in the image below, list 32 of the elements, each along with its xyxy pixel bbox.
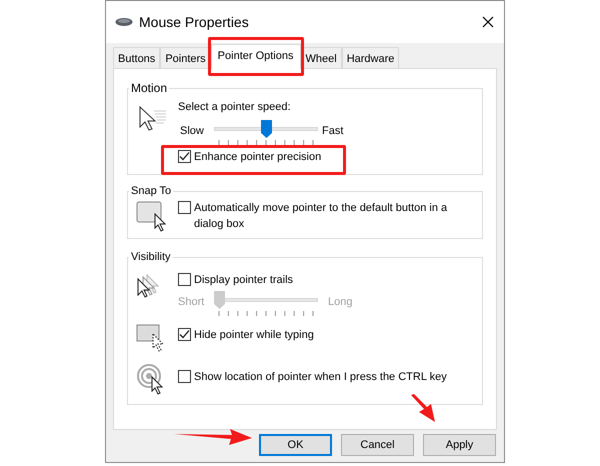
short-label: Short bbox=[178, 294, 206, 310]
speed-label: Select a pointer speed: bbox=[178, 100, 292, 115]
tab[interactable]: Buttons bbox=[113, 47, 160, 68]
dialog-button[interactable]: Cancel bbox=[341, 434, 414, 456]
arrow-icon bbox=[174, 428, 254, 446]
checkbox-label[interactable]: Display pointer trails bbox=[194, 272, 294, 288]
checkbox-label[interactable]: Enhance pointer precision bbox=[194, 148, 322, 164]
tab[interactable]: Hardware bbox=[342, 47, 400, 68]
group-legend: Visibility bbox=[129, 249, 173, 266]
checkbox[interactable] bbox=[178, 370, 191, 382]
group-legend: Motion bbox=[129, 79, 170, 97]
dialog-button[interactable]: OK bbox=[259, 434, 332, 456]
snap-to-button-icon bbox=[136, 200, 168, 232]
tab[interactable]: Pointers bbox=[160, 47, 211, 68]
tab[interactable]: Pointer Options bbox=[210, 44, 300, 69]
checkbox-label[interactable]: Automatically move pointer to the default button in a dialog box bbox=[194, 200, 468, 232]
checkbox[interactable] bbox=[178, 328, 191, 340]
arrow-icon bbox=[410, 394, 436, 423]
checkbox[interactable] bbox=[178, 150, 191, 162]
dialog-button[interactable]: Apply bbox=[423, 434, 496, 456]
checkbox-label[interactable]: Show location of pointer when I press the CTRL key bbox=[194, 368, 447, 384]
group-legend: Snap To bbox=[129, 183, 174, 200]
window-title: Mouse Properties bbox=[139, 12, 249, 32]
checkbox[interactable] bbox=[178, 272, 191, 286]
fast-label: Fast bbox=[322, 124, 344, 138]
checkbox-label[interactable]: Hide pointer while typing bbox=[194, 326, 314, 342]
close-icon[interactable] bbox=[482, 16, 494, 28]
slow-label: Slow bbox=[180, 124, 205, 138]
long-label: Long bbox=[328, 294, 352, 310]
checkbox[interactable] bbox=[178, 200, 191, 214]
slider-thumb[interactable] bbox=[261, 120, 272, 138]
mouse-icon bbox=[115, 17, 133, 27]
